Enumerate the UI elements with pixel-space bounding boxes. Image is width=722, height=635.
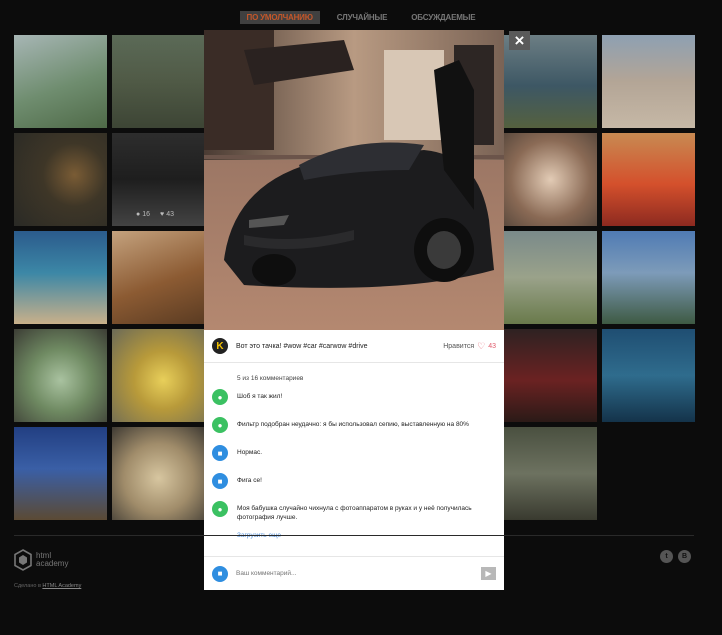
photo-modal: K Вот это тачка! #wow #car #carwow #driv… bbox=[204, 30, 504, 590]
twitter-icon[interactable]: t bbox=[660, 550, 673, 563]
footer-logo[interactable]: html academy bbox=[14, 549, 68, 571]
made-by: Сделано в HTML Academy bbox=[14, 583, 81, 589]
post-caption: Вот это тачка! #wow #car #carwow #drive bbox=[236, 342, 368, 350]
like-count: 43 bbox=[488, 342, 496, 350]
car-icon: ■ bbox=[212, 565, 228, 582]
comment-composer: ■ ▶ bbox=[204, 556, 504, 590]
post-photo bbox=[204, 30, 504, 330]
bell-icon: ● bbox=[212, 417, 228, 433]
car-icon: ■ bbox=[212, 445, 228, 461]
comment-text: Моя бабушка случайно чихнула с фотоаппар… bbox=[237, 505, 472, 521]
made-link[interactable]: HTML Academy bbox=[42, 583, 81, 589]
car-icon: ■ bbox=[212, 473, 228, 489]
author-avatar[interactable]: K bbox=[212, 338, 228, 354]
comments-section: 5 из 16 комментариев ● Шоб я так жил! ● … bbox=[204, 368, 504, 539]
bell-icon: ● bbox=[212, 389, 228, 405]
comment-item: ● Моя бабушка случайно чихнула с фотоапп… bbox=[212, 500, 496, 522]
send-icon: ▶ bbox=[485, 569, 492, 578]
comment-text: Шоб я так жил! bbox=[237, 393, 283, 400]
comment-input[interactable] bbox=[236, 570, 481, 577]
comment-count: 5 из 16 комментариев bbox=[237, 375, 304, 382]
car-photo-image bbox=[204, 30, 504, 330]
comment-text: Нормас. bbox=[237, 449, 263, 456]
footer-brand: html academy bbox=[36, 552, 68, 568]
social-links: t B bbox=[660, 550, 691, 563]
close-button[interactable]: × bbox=[509, 31, 530, 50]
academy-logo-icon bbox=[14, 549, 32, 571]
comment-item: ■ Фига се! bbox=[212, 472, 496, 490]
comment-item: ● Шоб я так жил! bbox=[212, 388, 496, 406]
comment-text: Фильтр подобран неудачно: я бы использов… bbox=[237, 421, 469, 428]
post-header: K Вот это тачка! #wow #car #carwow #driv… bbox=[204, 330, 504, 363]
comment-text: Фига се! bbox=[237, 477, 262, 484]
footer-divider bbox=[14, 535, 694, 536]
brand-line-2: academy bbox=[36, 559, 69, 568]
like-label: Нравится bbox=[443, 342, 475, 350]
heart-icon: ♡ bbox=[477, 340, 486, 351]
made-prefix: Сделано в bbox=[14, 583, 41, 589]
send-button[interactable]: ▶ bbox=[481, 567, 496, 580]
vk-icon[interactable]: B bbox=[678, 550, 691, 563]
bell-icon: ● bbox=[212, 501, 228, 517]
comment-item: ■ Нормас. bbox=[212, 444, 496, 462]
comment-item: ● Фильтр подобран неудачно: я бы использ… bbox=[212, 416, 496, 434]
like-button[interactable]: Нравится ♡ 43 bbox=[443, 341, 496, 352]
